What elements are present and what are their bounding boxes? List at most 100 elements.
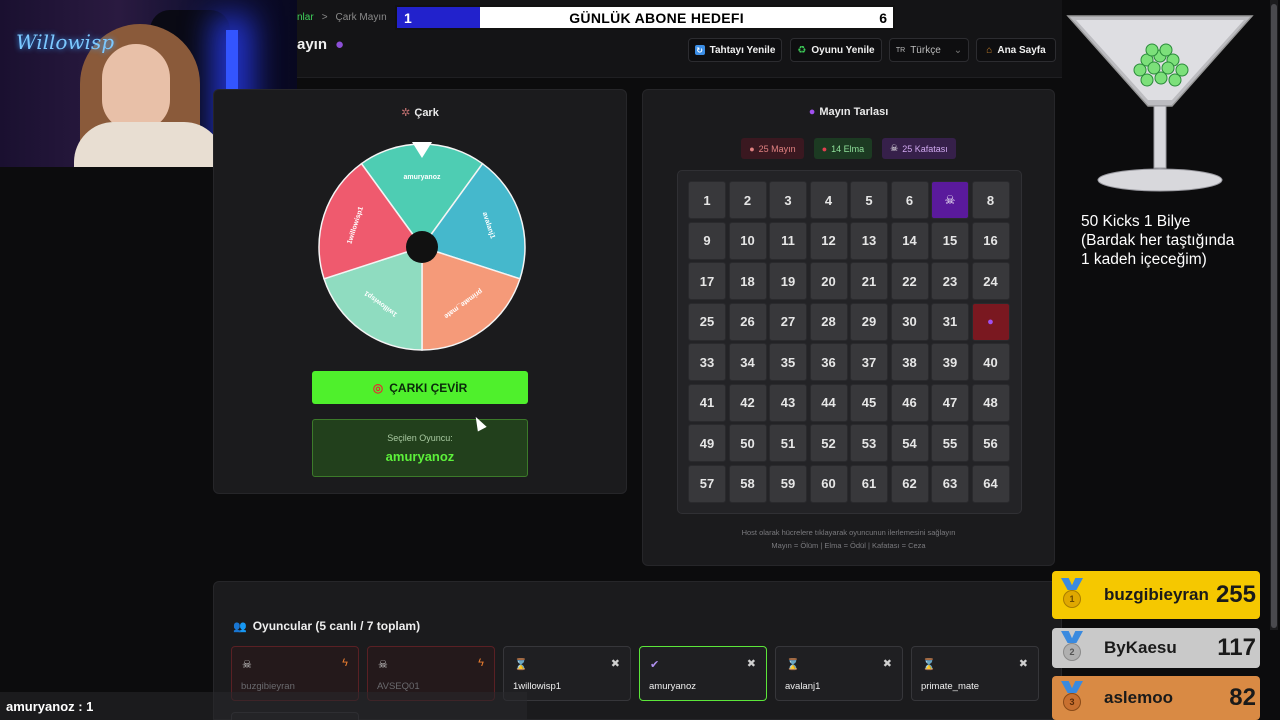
minefield-cell[interactable]: 2 [728, 181, 767, 219]
kicks-rule-text: 50 Kicks 1 Bilye (Bardak her taştığında … [1081, 212, 1234, 269]
remove-player-icon[interactable]: ✖ [747, 657, 756, 670]
spin-wheel-button[interactable]: ◎ ÇARKI ÇEVİR [312, 371, 528, 404]
minefield-cell[interactable]: 60 [809, 464, 848, 503]
minefield-cell[interactable]: 35 [769, 343, 807, 381]
minefield-cell[interactable]: 47 [931, 383, 969, 422]
minefield-cell[interactable]: 64 [971, 464, 1010, 503]
minefield-cell[interactable]: 53 [850, 424, 888, 462]
remove-player-icon[interactable]: ✖ [1019, 657, 1028, 670]
goal-title: GÜNLÜK ABONE HEDEFI [569, 9, 744, 26]
breadcrumb-prev[interactable]: nlar [297, 12, 314, 23]
player-card[interactable]: ⌛ ✖ avalanj1 [775, 646, 903, 701]
minefield-cell[interactable]: 6 [890, 181, 929, 219]
revive-icon[interactable]: ϟ [342, 657, 348, 669]
minefield-cell[interactable]: 29 [850, 302, 888, 341]
leaderboard-name: buzgibieyran [1104, 585, 1209, 604]
minefield-cell[interactable]: 17 [688, 262, 726, 300]
minefield-cell[interactable]: 52 [809, 424, 848, 462]
page-title: ayın ● [297, 36, 344, 53]
medal-rank: 3 [1063, 693, 1081, 711]
goal-target: 6 [879, 9, 887, 26]
refresh-board-button[interactable]: ↻ Tahtayı Yenile [688, 38, 782, 62]
players-title: 👥 Oyuncular (5 canlı / 7 toplam) [233, 619, 420, 633]
minefield-cell[interactable]: 1 [688, 181, 726, 219]
minefield-cell[interactable]: 37 [850, 343, 888, 381]
minefield-cell[interactable]: 45 [850, 383, 888, 422]
minefield-cell[interactable]: 25 [688, 302, 726, 341]
page-scrollbar[interactable] [1270, 0, 1278, 630]
minefield-cell[interactable]: 19 [769, 262, 807, 300]
minefield-grid: 1 2 3 4 5 6 ☠ 8 9 10 11 12 13 14 15 16 17 18 19 20 21 22 23 24 2… [688, 181, 1010, 503]
minefield-cell[interactable]: 57 [688, 464, 726, 503]
minefield-cell[interactable]: 40 [971, 343, 1010, 381]
minefield-cell[interactable]: 13 [850, 221, 888, 260]
minefield-cell[interactable]: 58 [728, 464, 767, 503]
minefield-cell[interactable]: 26 [728, 302, 767, 341]
minefield-cell[interactable]: 30 [890, 302, 929, 341]
minefield-cell[interactable]: 11 [769, 221, 807, 260]
chat-score-text: amuryanoz : 1 [6, 699, 94, 714]
target-icon: ◎ [372, 380, 384, 395]
spin-wheel[interactable]: amuryanozavalanj1primate_mate1willowisp1… [317, 142, 527, 352]
minefield-cell[interactable]: 24 [971, 262, 1010, 300]
minefield-cell[interactable]: 41 [688, 383, 726, 422]
spin-wheel-label: ÇARKI ÇEVİR [389, 380, 468, 395]
minefield-cell[interactable]: 49 [688, 424, 726, 462]
kicks-line-1: 50 Kicks 1 Bilye [1081, 213, 1191, 230]
minefield-cell[interactable]: 55 [931, 424, 969, 462]
minefield-cell-skull-icon[interactable]: ☠ [931, 181, 969, 219]
minefield-cell[interactable]: 46 [890, 383, 929, 422]
remove-player-icon[interactable]: ✖ [611, 657, 620, 670]
minefield-cell[interactable]: 27 [769, 302, 807, 341]
minefield-cell[interactable]: 3 [769, 181, 807, 219]
minefield-cell[interactable]: 34 [728, 343, 767, 381]
home-label: Ana Sayfa [997, 44, 1046, 56]
player-card[interactable]: ⌛ ✖ primate_mate [911, 646, 1039, 701]
minefield-cell[interactable]: 50 [728, 424, 767, 462]
scrollbar-thumb[interactable] [1271, 4, 1277, 628]
minefield-cell[interactable]: 56 [971, 424, 1010, 462]
minefield-cell[interactable]: 48 [971, 383, 1010, 422]
minefield-cell[interactable]: 38 [890, 343, 929, 381]
minefield-cell[interactable]: 15 [931, 221, 969, 260]
minefield-cell[interactable]: 61 [850, 464, 888, 503]
minefield-cell[interactable]: 59 [769, 464, 807, 503]
minefield-cell[interactable]: 54 [890, 424, 929, 462]
minefield-cell[interactable]: 16 [971, 221, 1010, 260]
minefield-cell[interactable]: 33 [688, 343, 726, 381]
remove-player-icon[interactable]: ✖ [883, 657, 892, 670]
minefield-cell[interactable]: 28 [809, 302, 848, 341]
minefield-cell[interactable]: 20 [809, 262, 848, 300]
minefield-cell[interactable]: 51 [769, 424, 807, 462]
minefield-cell[interactable]: 18 [728, 262, 767, 300]
minefield-cell[interactable]: 8 [971, 181, 1010, 219]
minefield-cell[interactable]: 36 [809, 343, 848, 381]
revive-icon[interactable]: ϟ [478, 657, 484, 669]
home-button[interactable]: ⌂ Ana Sayfa [976, 38, 1056, 62]
minefield-cell[interactable]: 9 [688, 221, 726, 260]
minefield-cell[interactable]: 63 [931, 464, 969, 503]
minefield-cell[interactable]: 10 [728, 221, 767, 260]
skull-count-label: 25 Kafatası [902, 143, 948, 154]
minefield-cell[interactable]: 62 [890, 464, 929, 503]
wheel-title-text: Çark [414, 107, 439, 119]
minefield-cell[interactable]: 4 [809, 181, 848, 219]
skull-icon: ☠ [890, 143, 899, 153]
minefield-cell[interactable]: 31 [931, 302, 969, 341]
minefield-cell-bomb-icon[interactable]: ● [971, 302, 1010, 341]
minefield-cell[interactable]: 43 [769, 383, 807, 422]
player-card[interactable]: ✔ ✖ amuryanoz [639, 646, 767, 701]
minefield-cell[interactable]: 23 [931, 262, 969, 300]
minefield-cell[interactable]: 44 [809, 383, 848, 422]
minefield-cell[interactable]: 5 [850, 181, 888, 219]
minefield-cell[interactable]: 21 [850, 262, 888, 300]
minefield-cell[interactable]: 14 [890, 221, 929, 260]
minefield-cell[interactable]: 42 [728, 383, 767, 422]
minefield-cell[interactable]: 12 [809, 221, 848, 260]
wheel-icon: ✲ [401, 107, 411, 119]
minefield-cell[interactable]: 22 [890, 262, 929, 300]
language-select[interactable]: TR Türkçe ⌄ [889, 38, 969, 62]
player-name: 1willowisp1 [513, 681, 562, 692]
refresh-game-button[interactable]: ♻ Oyunu Yenile [790, 38, 882, 62]
minefield-cell[interactable]: 39 [931, 343, 969, 381]
